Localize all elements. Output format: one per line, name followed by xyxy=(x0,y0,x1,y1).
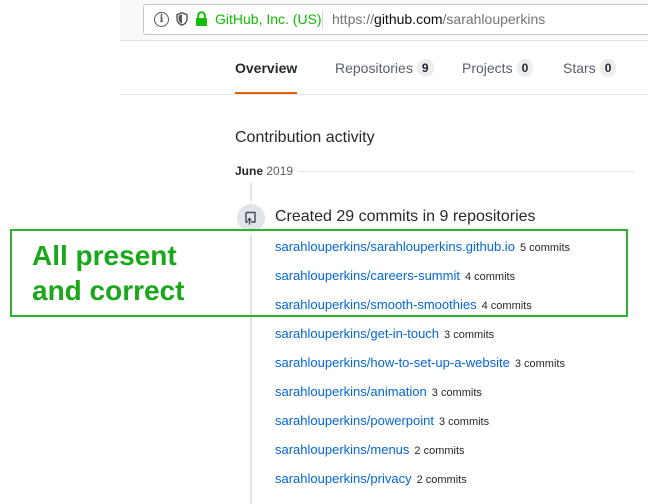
projects-counter: 0 xyxy=(516,59,534,77)
repo-link[interactable]: sarahlouperkins/menus xyxy=(275,442,409,457)
tab-projects[interactable]: Projects 0 xyxy=(462,48,534,94)
repositories-counter: 9 xyxy=(416,59,434,77)
info-icon[interactable]: i xyxy=(154,12,169,27)
tabs-divider xyxy=(120,94,648,95)
commit-count[interactable]: 3 commits xyxy=(439,416,489,428)
url-text[interactable]: https://github.com/sarahlouperkins xyxy=(332,11,545,27)
month-heading: June 2019 xyxy=(235,164,293,178)
repo-link[interactable]: sarahlouperkins/powerpoint xyxy=(275,413,434,428)
lock-icon[interactable] xyxy=(195,11,208,32)
tab-stars[interactable]: Stars 0 xyxy=(563,48,617,94)
list-item: sarahlouperkins/get-in-touch 3 commits xyxy=(275,324,570,353)
tracking-shield-icon[interactable] xyxy=(176,12,188,31)
url-path: /sarahlouperkins xyxy=(442,11,546,27)
tab-overview-label: Overview xyxy=(235,60,298,76)
commit-count[interactable]: 2 commits xyxy=(414,445,464,457)
repo-link[interactable]: sarahlouperkins/how-to-set-up-a-website xyxy=(275,355,510,370)
list-item: sarahlouperkins/animation 3 commits xyxy=(275,382,570,411)
repo-link[interactable]: sarahlouperkins/get-in-touch xyxy=(275,326,439,341)
commit-count[interactable]: 3 commits xyxy=(432,387,482,399)
contribution-activity-heading: Contribution activity xyxy=(235,129,375,146)
profile-tabs: Overview Repositories 9 Projects 0 Stars 0 xyxy=(235,48,648,94)
tab-repositories-label: Repositories xyxy=(335,60,413,76)
repo-link[interactable]: sarahlouperkins/privacy xyxy=(275,471,412,486)
stars-counter: 0 xyxy=(599,59,617,77)
list-item: sarahlouperkins/privacy 2 commits xyxy=(275,469,570,498)
commit-count[interactable]: 2 commits xyxy=(417,474,467,486)
list-item: sarahlouperkins/powerpoint 3 commits xyxy=(275,411,570,440)
commit-summary[interactable]: Created 29 commits in 9 repositories xyxy=(275,208,536,226)
repo-link[interactable]: sarahlouperkins/animation xyxy=(275,384,427,399)
site-identity[interactable]: GitHub, Inc. (US) xyxy=(215,11,322,27)
url-scheme: https:// xyxy=(332,11,375,27)
list-item: sarahlouperkins/menus 2 commits xyxy=(275,440,570,469)
tab-repositories[interactable]: Repositories 9 xyxy=(335,48,434,94)
repo-push-icon xyxy=(237,204,265,232)
commit-count[interactable]: 3 commits xyxy=(444,329,494,341)
annotation-text: All present and correct xyxy=(32,240,185,306)
month-name: June xyxy=(235,164,264,178)
url-separator xyxy=(322,10,323,30)
url-host: github.com xyxy=(374,11,443,27)
month-year: 2019 xyxy=(266,164,294,178)
tab-overview[interactable]: Overview xyxy=(235,48,298,94)
commit-count[interactable]: 3 commits xyxy=(515,358,565,370)
month-divider xyxy=(298,171,634,172)
tab-projects-label: Projects xyxy=(462,60,513,76)
url-bar[interactable]: i GitHub, Inc. (US) https://github.com/s… xyxy=(143,4,648,35)
list-item: sarahlouperkins/how-to-set-up-a-website 3… xyxy=(275,353,570,382)
tab-stars-label: Stars xyxy=(563,60,596,76)
